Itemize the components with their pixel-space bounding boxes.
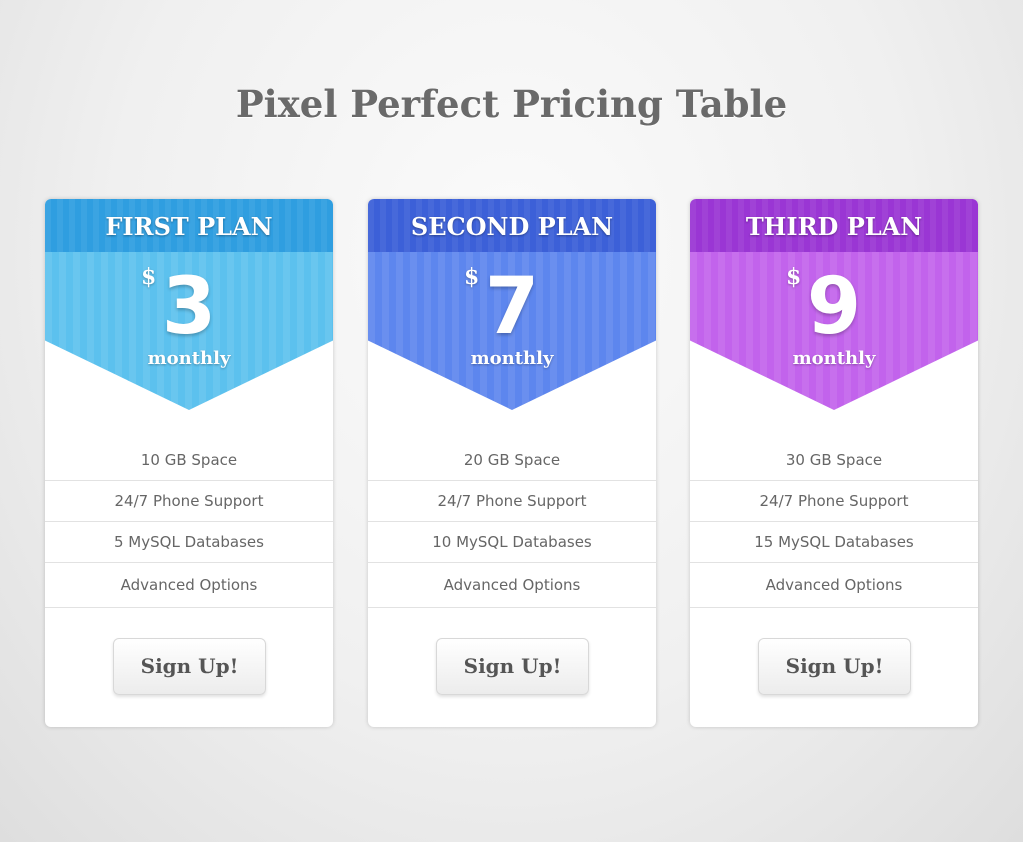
feature-item: 24/7 Phone Support bbox=[690, 481, 978, 522]
price-amount: 9 bbox=[806, 262, 862, 352]
pricing-card: $ 7 monthly SECOND PLAN 20 GB Space 24/7 … bbox=[368, 199, 656, 727]
page-title: Pixel Perfect Pricing Table bbox=[235, 82, 788, 126]
price-period: monthly bbox=[147, 348, 231, 369]
feature-item: Advanced Options bbox=[690, 563, 978, 608]
feature-item: Advanced Options bbox=[368, 563, 656, 608]
plan-name: FIRST PLAN bbox=[45, 199, 333, 252]
pricing-card: $ 9 monthly THIRD PLAN 30 GB Space 24/7 P… bbox=[690, 199, 978, 727]
sign-up-button[interactable]: Sign Up! bbox=[758, 638, 911, 695]
plan-name: THIRD PLAN bbox=[690, 199, 978, 252]
feature-item: 10 GB Space bbox=[45, 440, 333, 481]
price-amount: 3 bbox=[161, 262, 217, 352]
feature-list: 20 GB Space 24/7 Phone Support 10 MySQL Da… bbox=[368, 440, 656, 608]
feature-item: 15 MySQL Databases bbox=[690, 522, 978, 563]
feature-item: 24/7 Phone Support bbox=[368, 481, 656, 522]
price-amount: 7 bbox=[484, 262, 540, 352]
price-pennant: $ 7 monthly bbox=[368, 252, 656, 410]
feature-list: 30 GB Space 24/7 Phone Support 15 MySQL Da… bbox=[690, 440, 978, 608]
plan-name: SECOND PLAN bbox=[368, 199, 656, 252]
price-period: monthly bbox=[470, 348, 554, 369]
sign-up-button[interactable]: Sign Up! bbox=[436, 638, 589, 695]
feature-list: 10 GB Space 24/7 Phone Support 5 MySQL Dat… bbox=[45, 440, 333, 608]
feature-item: 20 GB Space bbox=[368, 440, 656, 481]
price-period: monthly bbox=[792, 348, 876, 369]
feature-item: 5 MySQL Databases bbox=[45, 522, 333, 563]
pricing-card: $ 3 monthly FIRST PLAN 10 GB Space 24/7 P… bbox=[45, 199, 333, 727]
sign-up-button[interactable]: Sign Up! bbox=[113, 638, 266, 695]
price-pennant: $ 3 monthly bbox=[45, 252, 333, 410]
feature-item: 30 GB Space bbox=[690, 440, 978, 481]
feature-item: 24/7 Phone Support bbox=[45, 481, 333, 522]
feature-item: Advanced Options bbox=[45, 563, 333, 608]
feature-item: 10 MySQL Databases bbox=[368, 522, 656, 563]
price-pennant: $ 9 monthly bbox=[690, 252, 978, 410]
